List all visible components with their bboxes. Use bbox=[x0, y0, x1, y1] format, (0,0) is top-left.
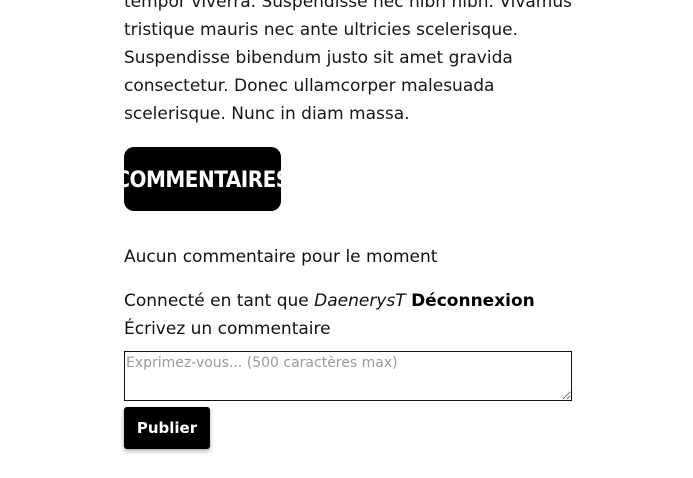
write-comment-label: Écrivez un commentaire bbox=[124, 319, 331, 339]
comments-heading: COMMENTAIRES bbox=[115, 147, 290, 211]
publish-button[interactable]: Publier bbox=[124, 407, 210, 449]
logged-in-status: Connecté en tant que DaenerysT Déconnexi… bbox=[124, 288, 535, 314]
username: DaenerysT bbox=[314, 291, 406, 311]
logout-link[interactable]: Déconnexion bbox=[411, 291, 535, 311]
no-comments-message: Aucun commentaire pour le moment bbox=[124, 247, 438, 267]
article-text: tempor viverra. Suspendisse nec nibh nib… bbox=[124, 0, 572, 124]
comment-input[interactable] bbox=[124, 351, 572, 401]
comments-heading-label: COMMENTAIRES bbox=[115, 165, 290, 193]
logged-in-prefix: Connecté en tant que bbox=[124, 291, 309, 311]
